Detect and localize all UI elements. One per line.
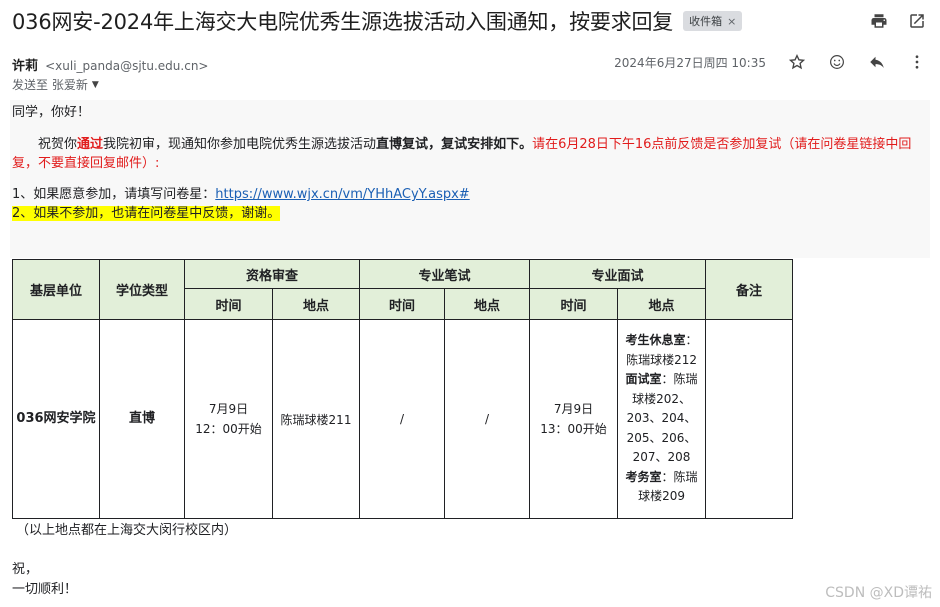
qual-time-date: 7月9日	[208, 402, 249, 416]
header-interview: 专业面试	[529, 259, 707, 289]
notice-text-1: 祝贺你	[38, 137, 78, 152]
email-body: 同学，你好！ 祝贺你通过我院初审，现通知你参加电院优秀生源选拔活动直博复试，复试…	[12, 100, 930, 223]
header-written-time: 时间	[359, 288, 446, 320]
loc-admin-room: 考务室：陈瑞球楼209	[624, 468, 699, 507]
survey-link[interactable]: https://www.wjx.cn/vm/YHhACyY.aspx#	[215, 187, 469, 202]
recipients-toggle[interactable]: 发送至 张爱新 ▼	[12, 76, 99, 93]
email-subject: 036网安-2024年上海交大电院优秀生源选拔活动入围通知，按要求回复	[12, 10, 674, 34]
cell-written-place: /	[444, 319, 531, 519]
reply-icon[interactable]	[866, 51, 888, 73]
notice-paragraph: 祝贺你通过我院初审，现通知你参加电院优秀生源选拔活动直博复试，复试安排如下。请在…	[12, 135, 930, 173]
cell-qual-time: 7月9日 12：00开始	[184, 319, 273, 519]
star-icon[interactable]	[786, 51, 808, 73]
chevron-down-icon: ▼	[91, 79, 99, 90]
header-written-test: 专业笔试	[359, 259, 531, 289]
interview-time-hour: 13：00开始	[540, 422, 607, 436]
interview-time-date: 7月9日	[553, 402, 594, 416]
cell-degree: 直博	[99, 319, 185, 519]
notice-interview-type: 直博复试	[376, 137, 429, 152]
cell-remark	[705, 319, 794, 519]
loc-admin-room-label: 考务室	[625, 469, 662, 484]
notice-text-2: 我院初审，现通知你参加电院优秀生源选拔活动	[103, 137, 377, 152]
recipients-text: 发送至 张爱新	[12, 78, 88, 92]
cell-interview-time: 7月9日 13：00开始	[529, 319, 619, 519]
sender-actions: 2024年6月27日周四 10:35	[614, 51, 928, 73]
cell-qual-place: 陈瑞球楼211	[271, 319, 361, 519]
table-row: 036网安学院 直博 7月9日 12：00开始 陈瑞球楼211 / / 7月9日…	[12, 319, 794, 519]
closing-line-2: 一切顺利！	[12, 582, 78, 597]
header-written-place: 地点	[444, 288, 531, 320]
inbox-label-text: 收件箱	[689, 15, 723, 28]
cell-written-time: /	[359, 319, 446, 519]
header-interview-place: 地点	[617, 288, 707, 320]
instruction-2: 2、如果不参加，也请在问卷星中反馈，谢谢。	[12, 204, 930, 223]
email-timestamp: 2024年6月27日周四 10:35	[614, 55, 766, 70]
schedule-table: 基层单位 学位类型 资格审查 专业笔试 专业面试 备注 时间 地点 时间 地点 …	[12, 259, 794, 519]
notice-passed: 通过	[77, 137, 104, 152]
notice-text-3: ，复试安排如下。	[428, 137, 533, 152]
instruction-2-text: 2、如果不参加，也请在问卷星中反馈，谢谢。	[12, 206, 281, 221]
instruction-1-text: 1、如果愿意参加，请填写问卷星：	[12, 187, 216, 202]
cell-interview-place: 考生休息室：陈瑞球楼212 面试室：陈瑞球楼202、203、204、205、20…	[617, 319, 707, 519]
loc-interview-room-label: 面试室	[625, 372, 662, 387]
instruction-1: 1、如果愿意参加，请填写问卷星：https://www.wjx.cn/vm/YH…	[12, 185, 930, 204]
top-actions	[868, 10, 928, 32]
header-interview-time: 时间	[529, 288, 619, 320]
loc-interview-room: 面试室：陈瑞球楼202、203、204、205、206、207、208	[624, 370, 699, 468]
header-degree: 学位类型	[99, 259, 185, 320]
header-qualification: 资格审查	[183, 259, 361, 289]
sender-email: <xuli_panda@sjtu.edu.cn>	[45, 59, 209, 73]
closing-line-1: 祝，	[12, 562, 39, 577]
open-in-new-window-icon[interactable]	[906, 10, 928, 32]
emoji-icon[interactable]	[826, 51, 848, 73]
qual-time-hour: 12：00开始	[195, 422, 262, 436]
greeting: 同学，你好！	[12, 105, 91, 120]
header-qual-place: 地点	[271, 288, 361, 320]
cell-unit: 036网安学院	[12, 319, 100, 519]
sender-name[interactable]: 许莉	[12, 59, 38, 74]
table-header-row: 基层单位 学位类型 资格审查 专业笔试 专业面试 备注	[12, 259, 794, 320]
loc-waiting-room: 考生休息室：陈瑞球楼212	[624, 331, 699, 370]
inbox-label-chip[interactable]: 收件箱 ×	[683, 11, 743, 31]
subject-row: 036网安-2024年上海交大电院优秀生源选拔活动入围通知，按要求回复 收件箱 …	[12, 6, 928, 36]
location-note: （以上地点都在上海交大闵行校区内）	[16, 523, 238, 538]
more-vert-icon[interactable]	[906, 51, 928, 73]
sender-row: 许莉 <xuli_panda@sjtu.edu.cn> 2024年6月27日周四…	[12, 54, 928, 75]
loc-waiting-room-label: 考生休息室	[625, 333, 686, 348]
header-qual-time: 时间	[184, 288, 273, 320]
print-icon[interactable]	[868, 10, 890, 32]
remove-label-icon[interactable]: ×	[727, 15, 736, 28]
watermark: CSDN @XD谭祐	[825, 585, 932, 601]
header-remark: 备注	[705, 259, 794, 320]
header-unit: 基层单位	[12, 259, 100, 320]
